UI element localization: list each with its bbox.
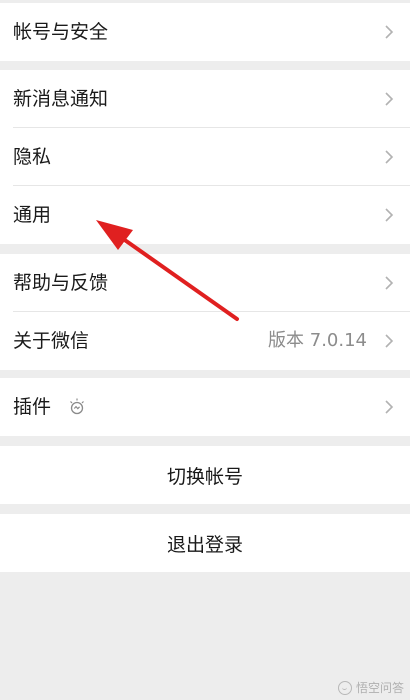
row-label: 帮助与反馈: [13, 272, 109, 294]
row-label: 插件: [13, 396, 52, 418]
watermark-text: 悟空问答: [355, 681, 404, 695]
logout-button[interactable]: 退出登录: [0, 514, 410, 572]
watermark: 悟空问答: [337, 679, 404, 696]
plugin-group: 插件: [0, 378, 410, 436]
row-plugins[interactable]: 插件: [0, 378, 410, 436]
about-group: 帮助与反馈 关于微信 版本 7.0.14: [0, 254, 410, 370]
chevron-right-icon: [385, 150, 394, 164]
chevron-right-icon: [385, 276, 394, 290]
chevron-right-icon: [385, 400, 394, 414]
row-help-feedback[interactable]: 帮助与反馈: [0, 254, 410, 312]
row-label: 隐私: [13, 146, 52, 168]
row-label: 新消息通知: [13, 88, 109, 110]
settings-group: 新消息通知 隐私 通用: [0, 70, 410, 244]
chevron-right-icon: [385, 25, 394, 39]
chevron-right-icon: [385, 92, 394, 106]
account-group: 帐号与安全: [0, 3, 410, 61]
row-new-message-notification[interactable]: 新消息通知: [0, 70, 410, 128]
chevron-right-icon: [385, 208, 394, 222]
row-privacy[interactable]: 隐私: [0, 128, 410, 186]
chevron-right-icon: [385, 334, 394, 348]
version-value: 版本 7.0.14: [268, 330, 367, 351]
row-general[interactable]: 通用: [0, 186, 410, 244]
row-label: 通用: [13, 204, 52, 226]
watermark-logo-icon: [337, 680, 352, 695]
row-label: 关于微信: [13, 330, 90, 352]
switch-account-button[interactable]: 切换帐号: [0, 446, 410, 504]
plugin-bulb-icon: [70, 398, 84, 415]
row-about-wechat[interactable]: 关于微信 版本 7.0.14: [0, 312, 410, 370]
row-account-security[interactable]: 帐号与安全: [0, 3, 410, 61]
row-label: 帐号与安全: [13, 21, 109, 43]
